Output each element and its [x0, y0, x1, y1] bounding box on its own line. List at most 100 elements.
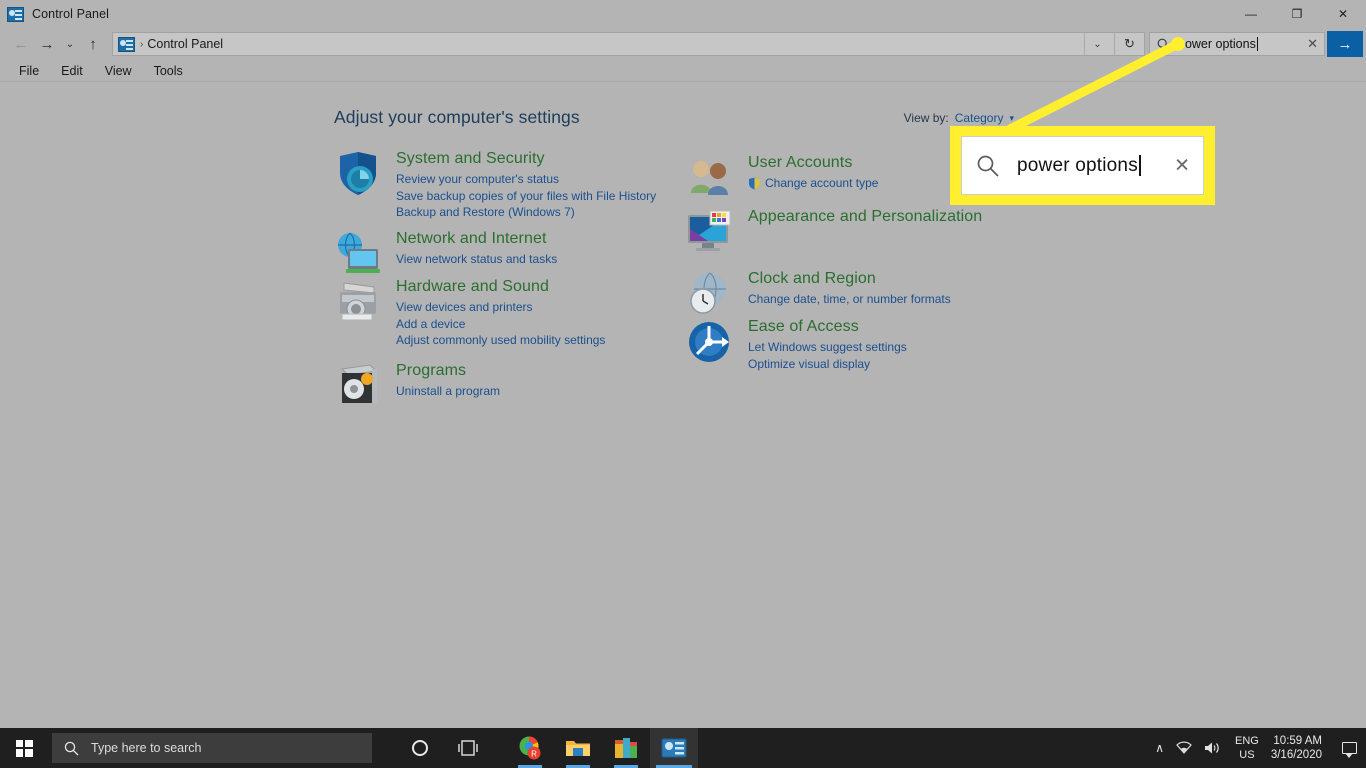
category-link[interactable]: Let Windows suggest settings — [748, 339, 1026, 356]
breadcrumb-separator: › — [140, 38, 144, 50]
category-link[interactable]: Change date, time, or number formats — [748, 291, 1026, 308]
view-by-value[interactable]: Category — [955, 111, 1004, 125]
text-caret — [1256, 37, 1258, 51]
recent-locations-button[interactable]: ⌄ — [60, 31, 80, 57]
category-link[interactable]: Add a device — [396, 316, 664, 333]
view-by-label: View by: — [903, 111, 949, 125]
start-button[interactable] — [0, 728, 48, 768]
callout-clear-button[interactable]: ✕ — [1174, 154, 1190, 177]
programs-disc-icon[interactable] — [334, 363, 382, 409]
system-tray: ∧ ENG US 10:59 AM 3/16/2020 — [1149, 728, 1366, 768]
category-title[interactable]: Appearance and Personalization — [748, 207, 1026, 227]
cortana-icon[interactable] — [396, 728, 444, 768]
category-clock-and-region: Clock and Region Change date, time, or n… — [686, 269, 1026, 314]
category-link[interactable]: Uninstall a program — [396, 383, 664, 400]
category-ease-of-access: Ease of Access Let Windows suggest setti… — [686, 317, 1026, 372]
chevron-down-icon[interactable]: ▾ — [1009, 113, 1014, 124]
menu-item-file[interactable]: File — [8, 62, 50, 80]
forward-button[interactable]: → — [34, 31, 60, 57]
language-line-1: ENG — [1234, 735, 1259, 747]
clock-date: 3/16/2020 — [1270, 749, 1322, 761]
category-title[interactable]: Ease of Access — [748, 317, 1026, 337]
taskbar-control-panel-icon[interactable] — [650, 728, 698, 768]
up-button[interactable]: ↑ — [80, 31, 106, 57]
text-caret — [1138, 155, 1141, 176]
search-box[interactable]: power options ✕ — [1149, 32, 1325, 56]
category-programs: Programs Uninstall a program — [334, 361, 664, 403]
menu-item-view[interactable]: View — [94, 62, 143, 80]
window-controls: — ❐ ✕ — [1228, 0, 1366, 28]
category-hardware-and-sound: Hardware and Sound View devices and prin… — [334, 277, 664, 349]
uac-shield-icon — [748, 177, 761, 190]
speaker-icon[interactable] — [1198, 741, 1227, 755]
category-title[interactable]: Clock and Region — [748, 269, 1026, 289]
category-link[interactable]: View network status and tasks — [396, 251, 664, 268]
category-link[interactable]: Save backup copies of your files with Fi… — [396, 188, 664, 205]
category-link[interactable]: Optimize visual display — [748, 356, 1026, 373]
app-icon[interactable] — [602, 728, 650, 768]
action-center-icon[interactable] — [1332, 742, 1366, 758]
callout-search-value[interactable]: power options — [1017, 155, 1138, 177]
category-link[interactable]: Adjust commonly used mobility settings — [396, 332, 664, 349]
address-bar-row: ← → ⌄ ↑ › Control Panel ⌄ ↻ power option… — [0, 28, 1366, 60]
svg-text:R: R — [531, 750, 537, 759]
shield-security-icon[interactable] — [334, 151, 382, 197]
search-icon — [976, 154, 1000, 178]
control-panel-icon — [118, 36, 135, 52]
title-bar: Control Panel — ❐ ✕ — [0, 0, 1366, 28]
menu-item-tools[interactable]: Tools — [143, 62, 194, 80]
category-title[interactable]: Hardware and Sound — [396, 277, 664, 297]
callout-search-box[interactable]: power options ✕ — [961, 136, 1204, 195]
search-icon — [1157, 38, 1170, 51]
view-by-control: View by: Category ▾ — [904, 111, 1014, 125]
category-appearance-and-personalization: Appearance and Personalization — [686, 207, 1026, 261]
page-title: Adjust your computer's settings — [334, 107, 580, 127]
breadcrumb[interactable]: Control Panel — [147, 37, 223, 51]
chevron-down-icon[interactable]: ⌄ — [1084, 33, 1110, 55]
category-column-left: System and Security Review your computer… — [334, 149, 664, 407]
wifi-icon[interactable] — [1170, 741, 1198, 755]
minimize-button[interactable]: — — [1228, 0, 1274, 28]
file-explorer-icon[interactable] — [554, 728, 602, 768]
category-link[interactable]: View devices and printers — [396, 299, 664, 316]
category-title[interactable]: Network and Internet — [396, 229, 664, 249]
category-title[interactable]: Programs — [396, 361, 664, 381]
refresh-icon[interactable]: ↻ — [1114, 33, 1144, 55]
task-view-icon[interactable] — [444, 728, 492, 768]
control-panel-window: Control Panel — ❐ ✕ ← → ⌄ ↑ › Control Pa… — [0, 0, 1366, 768]
window-title: Control Panel — [32, 7, 110, 21]
clear-search-button[interactable]: ✕ — [1307, 36, 1318, 52]
language-indicator[interactable]: ENG US — [1227, 734, 1267, 762]
appearance-monitor-icon[interactable] — [686, 209, 734, 255]
clock-globe-icon[interactable] — [686, 271, 734, 317]
category-network-and-internet: Network and Internet View network status… — [334, 229, 664, 273]
windows-logo-icon — [15, 739, 33, 757]
category-title[interactable]: System and Security — [396, 149, 664, 169]
language-line-2: US — [1239, 749, 1255, 761]
search-callout: power options ✕ — [950, 126, 1215, 205]
category-link-label: Change account type — [765, 176, 879, 190]
category-system-and-security: System and Security Review your computer… — [334, 149, 664, 221]
menu-item-edit[interactable]: Edit — [50, 62, 94, 80]
address-bar[interactable]: › Control Panel ⌄ ↻ — [112, 32, 1145, 56]
chrome-icon[interactable]: R — [506, 728, 554, 768]
maximize-restore-button[interactable]: ❐ — [1274, 0, 1320, 28]
network-globe-icon[interactable] — [334, 231, 382, 277]
menu-bar: File Edit View Tools — [0, 60, 1366, 82]
search-go-button[interactable]: → — [1327, 31, 1363, 57]
printer-icon[interactable] — [334, 279, 382, 325]
ease-of-access-icon[interactable] — [686, 319, 734, 365]
control-panel-icon — [7, 6, 24, 22]
category-link[interactable]: Backup and Restore (Windows 7) — [396, 204, 664, 221]
taskbar-search-placeholder: Type here to search — [91, 741, 202, 755]
clock[interactable]: 10:59 AM 3/16/2020 — [1267, 734, 1332, 762]
taskbar-search-box[interactable]: Type here to search — [52, 733, 372, 763]
close-button[interactable]: ✕ — [1320, 0, 1366, 28]
taskbar: Type here to search R ∧ ENG US 10:59 AM … — [0, 728, 1366, 768]
tray-chevron-up-icon[interactable]: ∧ — [1149, 741, 1170, 755]
search-icon — [64, 741, 79, 756]
user-accounts-icon[interactable] — [686, 155, 734, 201]
back-button[interactable]: ← — [8, 31, 34, 57]
search-input[interactable]: power options — [1178, 37, 1256, 51]
category-link[interactable]: Review your computer's status — [396, 171, 664, 188]
